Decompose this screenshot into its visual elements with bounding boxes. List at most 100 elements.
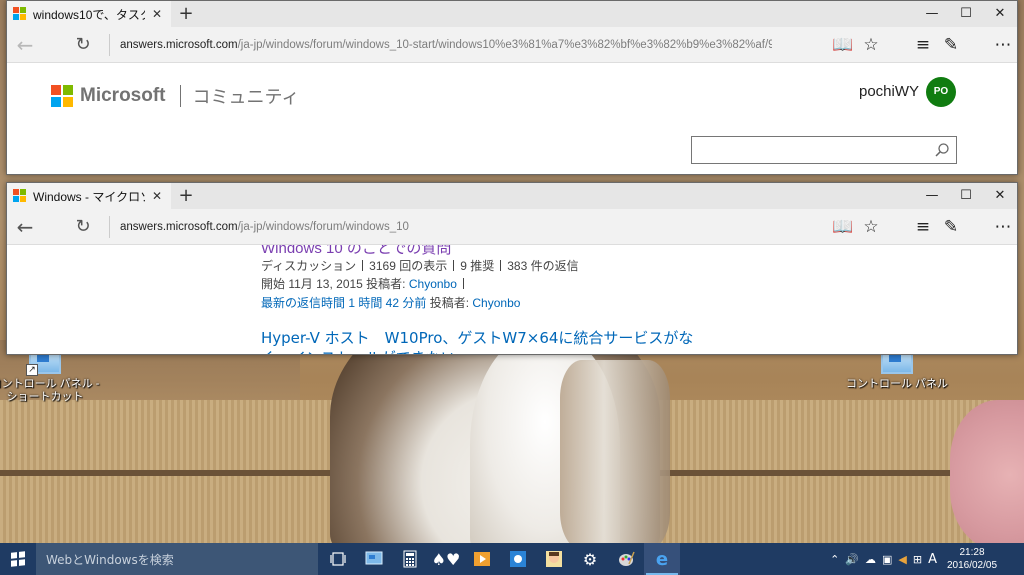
tab-bar: Windows - マイクロソフト コ ✕ + — ☐ ✕ [7,183,1017,209]
web-note-icon[interactable]: ✎ [938,27,964,63]
wallpaper-cushion [950,400,1024,543]
refresh-icon[interactable]: ↻ [65,27,101,63]
maximize-button[interactable]: ☐ [949,183,983,209]
thread-stats: ディスカッション 3169 回の表示 9 推奨 383 件の返信 [261,257,579,274]
show-hidden-icons-chevron-icon[interactable]: ⌃ [827,553,842,566]
microsoft-logo-icon [51,85,73,107]
clock-date: 2016/02/05 [946,560,998,571]
edge-browser-icon: e [655,548,669,570]
mute-speaker-icon[interactable]: ◀ [895,553,909,566]
microsoft-wordmark: Microsoft [80,85,166,106]
avatar[interactable]: PO [926,77,956,107]
taskbar-app-character[interactable] [536,543,572,575]
control-panel-icon [365,551,383,565]
navigation-bar: ← ↻ answers.microsoft.com/ja-jp/windows/… [7,27,1017,63]
playing-cards-icon: ♠♥ [431,549,461,569]
address-bar[interactable]: answers.microsoft.com/ja-jp/windows/foru… [120,39,772,51]
thread-type: ディスカッション [261,259,357,273]
volume-icon[interactable]: 🔊 [842,553,862,566]
taskbar-app-settings[interactable]: ⚙ [572,543,608,575]
close-window-button[interactable]: ✕ [983,183,1017,209]
search-icon[interactable] [934,142,950,158]
favorite-star-icon[interactable]: ☆ [858,27,884,63]
address-host: answers.microsoft.com [120,220,238,233]
browser-toolbar: 📖 ☆ ≡ ✎ ⋯ [829,27,1017,63]
calculator-icon [403,550,417,568]
address-bar[interactable]: answers.microsoft.com/ja-jp/windows/foru… [120,221,772,233]
started-prefix: 開始 11月 13, 2015 投稿者: [261,277,406,291]
thread-views: 3169 回の表示 [369,259,448,273]
back-arrow-icon[interactable]: ← [7,27,43,63]
taskbar: WebとWindowsを検索 ♠♥ ⚙ e ⌃ 🔊 ☁ ▣ ◀ ⊞ A 21:2… [0,543,1024,575]
windows-start-icon [11,551,25,567]
close-window-button[interactable]: ✕ [983,1,1017,27]
browser-tab[interactable]: Windows - マイクロソフト コ ✕ [7,183,171,209]
thread-title-link[interactable]: Hyper-V ホスト W10Pro、ゲストW7×64に統合サービスがなく、イン… [261,328,701,354]
latest-reply-link[interactable]: 最新の返信時間 1 時間 42 分前 [261,296,426,310]
taskbar-app-paint[interactable] [608,543,644,575]
ime-mode-icon[interactable]: ⊞ [910,553,925,566]
tab-close-icon[interactable]: ✕ [149,7,165,21]
task-view-button[interactable] [320,543,356,575]
latest-author-link[interactable]: Chyonbo [472,296,520,310]
favorite-star-icon[interactable]: ☆ [858,209,884,245]
media-player-icon [474,552,490,566]
edge-window-back[interactable]: windows10で、タスクバーの ✕ + — ☐ ✕ ← ↻ answers.… [6,0,1018,175]
new-tab-button[interactable]: + [173,1,199,27]
more-icon[interactable]: ⋯ [990,209,1016,245]
onedrive-cloud-icon[interactable]: ☁ [862,553,879,566]
hub-icon[interactable]: ≡ [910,27,936,63]
minimize-button[interactable]: — [915,183,949,209]
thread-replies: 383 件の返信 [507,259,579,273]
new-tab-button[interactable]: + [173,183,199,209]
clock[interactable]: 21:28 2016/02/05 [940,546,1004,572]
reading-view-icon[interactable]: 📖 [830,209,856,245]
taskbar-app-media[interactable] [464,543,500,575]
hub-icon[interactable]: ≡ [910,209,936,245]
thread-latest-reply: 最新の返信時間 1 時間 42 分前 投稿者: Chyonbo [261,294,520,311]
forum-thread-list: Windows 10 のことでの質問 ディスカッション 3169 回の表示 9 推奨… [7,245,1017,354]
minimize-button[interactable]: — [915,1,949,27]
address-host: answers.microsoft.com [120,38,238,51]
edge-window-front[interactable]: Windows - マイクロソフト コ ✕ + — ☐ ✕ ← ↻ answer… [6,182,1018,355]
refresh-icon[interactable]: ↻ [65,209,101,245]
taskbar-app-calculator[interactable] [392,543,428,575]
taskbar-app-edge[interactable]: e [644,543,680,575]
address-separator [109,215,110,238]
start-button[interactable] [0,543,36,575]
shortcut-arrow-icon: ↗ [26,364,38,376]
reading-view-icon[interactable]: 📖 [830,27,856,63]
taskbar-search-box[interactable]: WebとWindowsを検索 [36,543,318,575]
maximize-button[interactable]: ☐ [949,1,983,27]
ime-mode-indicator[interactable]: A [925,552,940,567]
taskbar-app-solitaire[interactable]: ♠♥ [428,543,464,575]
browser-tab[interactable]: windows10で、タスクバーの ✕ [7,1,171,27]
back-arrow-icon[interactable]: ← [7,209,43,245]
community-page: Microsoft コミュニティ pochiWY PO [7,63,1017,174]
character-icon [546,551,562,567]
started-author-link[interactable]: Chyonbo [409,277,457,291]
weather-icon [510,551,526,567]
system-tray: ⌃ 🔊 ☁ ▣ ◀ ⊞ A 21:28 2016/02/05 [827,543,1024,575]
search-input[interactable] [692,137,926,163]
taskbar-app-sun[interactable] [500,543,536,575]
more-icon[interactable]: ⋯ [990,27,1016,63]
tab-close-icon[interactable]: ✕ [149,189,165,203]
navigation-bar: ← ↻ answers.microsoft.com/ja-jp/windows/… [7,209,1017,245]
community-title: コミュニティ [192,87,300,108]
address-path: /ja-jp/windows/forum/windows_10 [237,220,409,233]
community-search-box [691,136,957,164]
microsoft-community-logo[interactable]: Microsoft コミュニティ [51,83,299,109]
address-separator [109,33,110,56]
desktop-icon-label: コントロール パネル - ショートカット [0,378,100,403]
windows-favicon-icon [13,7,27,21]
paint-icon [619,551,635,566]
latest-prefix: 投稿者: [429,296,470,310]
tab-title: windows10で、タスクバーの [33,7,145,22]
network-icon[interactable]: ▣ [879,553,895,566]
tab-bar: windows10で、タスクバーの ✕ + — ☐ ✕ [7,1,1017,27]
user-name[interactable]: pochiWY [859,83,919,100]
web-note-icon[interactable]: ✎ [938,209,964,245]
taskbar-app-control-panel[interactable] [356,543,392,575]
wallpaper-cat-leg [560,360,670,543]
